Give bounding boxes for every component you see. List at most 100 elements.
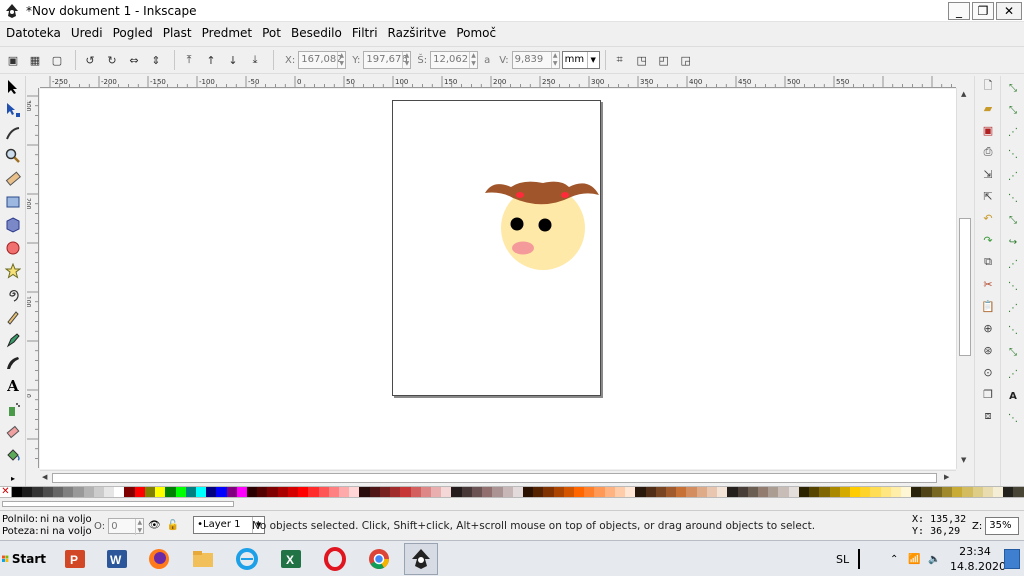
opacity-field[interactable]: 0 ▲ ▼ [108, 518, 145, 535]
palette-scroll-thumb[interactable] [2, 501, 234, 507]
spin-arrows-icon[interactable]: ▲ ▼ [402, 52, 410, 68]
height-field[interactable]: 9,839 ▲ ▼ [511, 51, 560, 69]
color-swatch[interactable] [22, 487, 33, 497]
right-hair-bow[interactable] [561, 192, 569, 198]
color-swatch[interactable] [216, 487, 227, 497]
color-swatch[interactable] [236, 487, 248, 497]
color-swatch[interactable] [1003, 487, 1014, 497]
snap-cusp-icon[interactable]: ⋱ [1003, 276, 1023, 296]
firefox-icon[interactable] [142, 543, 176, 575]
close-button[interactable]: ✕ [996, 1, 1022, 20]
rotate-cw-icon[interactable]: ↻ [103, 51, 121, 69]
redo-icon[interactable]: ↷ [977, 230, 999, 250]
minimize-button[interactable]: _ [948, 1, 970, 20]
lower-icon[interactable]: ↓ [224, 51, 242, 69]
scale-stroke-icon[interactable]: ⌗ [611, 51, 629, 69]
color-swatch[interactable] [502, 487, 513, 497]
snap-page-border-icon[interactable]: ⋱ [1003, 408, 1023, 428]
horizontal-scrollbar[interactable]: ◀ ▶ [40, 470, 956, 484]
deselect-icon[interactable]: ▢ [48, 51, 66, 69]
selector-tool-icon[interactable] [2, 76, 24, 98]
network-icon[interactable]: 📶 [908, 541, 920, 576]
snap-enable-icon[interactable]: ⤡ [1003, 78, 1023, 98]
rectangle-tool-icon[interactable] [2, 191, 24, 213]
color-swatch[interactable] [195, 487, 207, 497]
color-swatch[interactable] [890, 487, 902, 497]
snap-midpoint-icon[interactable]: ⋱ [1003, 320, 1023, 340]
color-swatch[interactable] [666, 487, 677, 497]
cut-icon[interactable]: ✂ [977, 274, 999, 294]
color-swatch[interactable] [921, 487, 932, 497]
snap-center-icon[interactable]: ⤡ [1003, 342, 1023, 362]
color-swatch[interactable] [185, 487, 196, 497]
color-swatch[interactable] [134, 487, 145, 497]
raise-to-top-icon[interactable]: ⤒ [180, 51, 198, 69]
transform-patterns-icon[interactable]: ◲ [677, 51, 695, 69]
scroll-right-icon[interactable]: ▶ [944, 473, 949, 481]
menu-text[interactable]: Besedilo [291, 26, 342, 40]
menu-edit[interactable]: Uredi [71, 26, 103, 40]
opera-icon[interactable] [318, 543, 352, 575]
horizontal-scroll-thumb[interactable] [52, 473, 937, 483]
color-swatch[interactable] [860, 487, 871, 497]
color-swatch[interactable] [686, 487, 697, 497]
color-swatch[interactable] [798, 487, 810, 497]
color-swatch[interactable] [941, 487, 953, 497]
zoom-drawing-icon[interactable]: ⊛ [977, 340, 999, 360]
color-swatch[interactable] [441, 487, 452, 497]
clock[interactable]: 23:34 14.8.2020 [950, 544, 1006, 574]
color-swatch[interactable] [298, 487, 309, 497]
color-swatch[interactable] [737, 487, 748, 497]
open-folder-icon[interactable]: ▰ [977, 98, 999, 118]
import-icon[interactable]: ⇲ [977, 164, 999, 184]
color-swatch[interactable] [604, 487, 615, 497]
x-field[interactable]: 167,082 ▲ ▼ [298, 51, 347, 69]
save-icon[interactable]: ▣ [977, 120, 999, 140]
zoom-selection-icon[interactable]: ⊕ [977, 318, 999, 338]
width-field[interactable]: 12,062 ▲ ▼ [430, 51, 479, 69]
tweak-tool-icon[interactable] [2, 122, 24, 144]
paint-bucket-tool-icon[interactable] [2, 444, 24, 466]
color-swatch[interactable] [849, 487, 861, 497]
menu-file[interactable]: Datoteka [6, 26, 61, 40]
spin-arrows-icon[interactable]: ▲ ▼ [469, 52, 477, 68]
color-swatch[interactable] [175, 487, 186, 497]
color-swatch[interactable] [594, 487, 605, 497]
left-eye[interactable] [510, 217, 524, 231]
vertical-scrollbar[interactable]: ▲ ▼ [956, 88, 972, 469]
color-swatch[interactable] [277, 487, 288, 497]
new-document-icon[interactable]: 🗋 [977, 76, 999, 96]
menu-object[interactable]: Predmet [202, 26, 252, 40]
snap-smooth-icon[interactable]: ⋰ [1003, 298, 1023, 318]
scroll-left-icon[interactable]: ◀ [42, 473, 47, 481]
measure-tool-icon[interactable] [2, 168, 24, 190]
excel-icon[interactable]: X [274, 543, 308, 575]
color-swatch[interactable] [226, 487, 237, 497]
menu-layer[interactable]: Plast [163, 26, 192, 40]
fill-stroke-indicator[interactable]: Polnilo: ni na voljo Poteza:ni na voljo [2, 514, 92, 538]
color-swatch[interactable] [706, 487, 718, 497]
color-swatch[interactable] [819, 487, 830, 497]
canvas[interactable] [40, 89, 956, 469]
color-swatch[interactable] [390, 487, 401, 497]
color-swatch[interactable] [768, 487, 779, 497]
color-swatch[interactable] [206, 487, 217, 497]
show-desktop-button[interactable] [1004, 549, 1020, 569]
color-swatch[interactable] [563, 487, 575, 497]
snap-nodes-icon[interactable]: ⤡ [1003, 210, 1023, 230]
zoom-tool-icon[interactable] [2, 145, 24, 167]
color-swatch[interactable] [952, 487, 963, 497]
color-swatch[interactable] [911, 487, 922, 497]
pen-tool-icon[interactable] [2, 329, 24, 351]
color-swatch[interactable] [144, 487, 156, 497]
start-button[interactable]: Start [2, 546, 46, 572]
copy-icon[interactable]: ⧉ [977, 252, 999, 272]
color-swatch[interactable] [369, 487, 380, 497]
color-swatch[interactable] [400, 487, 411, 497]
no-paint-swatch[interactable]: ✕ [0, 487, 12, 497]
menu-filters[interactable]: Filtri [352, 26, 378, 40]
right-eye[interactable] [538, 218, 552, 232]
transform-gradients-icon[interactable]: ◰ [655, 51, 673, 69]
snap-bbox-icon[interactable]: ⤡ [1003, 100, 1023, 120]
color-swatch[interactable] [901, 487, 912, 497]
